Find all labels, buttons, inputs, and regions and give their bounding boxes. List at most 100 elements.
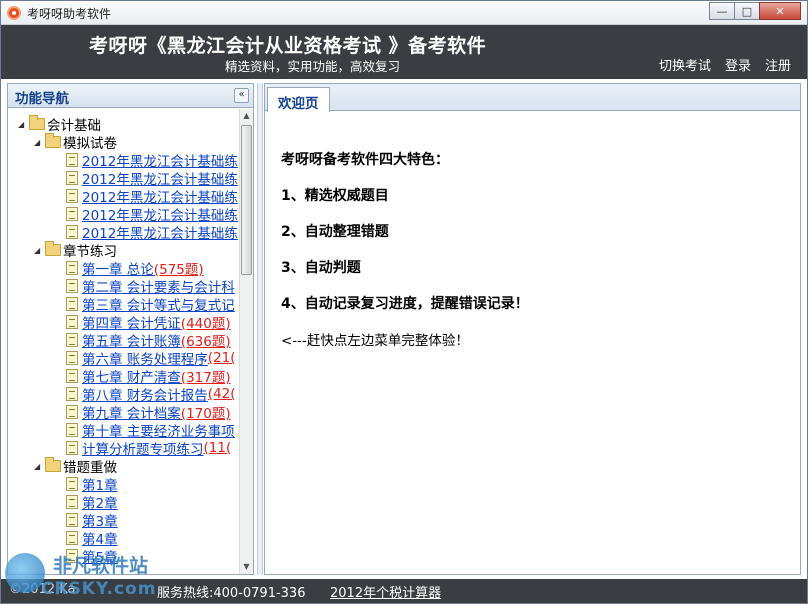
- mock-exam-link[interactable]: 2012年黑龙江会计基础练: [82, 186, 238, 206]
- document-icon: [66, 351, 78, 365]
- tree-item-chapter[interactable]: 第二章 会计要素与会计科: [66, 276, 235, 296]
- close-button[interactable]: ✕: [759, 2, 801, 20]
- feature-item: 2、自动整理错题: [281, 224, 389, 240]
- document-icon: [66, 261, 78, 275]
- tree-item-mock-exam[interactable]: 2012年黑龙江会计基础练: [66, 204, 238, 224]
- document-icon: [66, 279, 78, 293]
- window-controls: — □ ✕: [709, 2, 801, 20]
- mock-exam-link[interactable]: 2012年黑龙江会计基础练: [82, 204, 238, 224]
- tree-node-accounting-basics[interactable]: ◢ 会计基础: [18, 115, 101, 134]
- document-icon: [66, 171, 78, 185]
- collapse-triangle-icon[interactable]: ◢: [34, 246, 43, 255]
- tip-text: <---赶快点左边菜单完整体验！: [281, 333, 469, 349]
- collapse-triangle-icon[interactable]: ◢: [34, 138, 43, 147]
- chapter-link[interactable]: 计算分析题专项练习: [82, 438, 204, 458]
- chapter-link[interactable]: 第八章 财务会计报告: [82, 384, 208, 404]
- scroll-down-icon[interactable]: ▼: [240, 560, 253, 574]
- nav-tree: ◢ 会计基础 ◢ 模拟试卷 2012年黑龙江会计基础练 2012年黑龙江会计基础…: [8, 109, 241, 574]
- tree-item-mock-exam[interactable]: 2012年黑龙江会计基础练: [66, 168, 238, 188]
- tree-node-label: 错题重做: [63, 460, 117, 476]
- status-bar: ©2012 Ka 服务热线:400-0791-336 2012年个税计算器: [1, 579, 807, 603]
- question-count: (317题): [180, 370, 231, 386]
- tax-calculator-link[interactable]: 2012年个税计算器: [330, 582, 441, 601]
- tree-item-chapter[interactable]: 第十章 主要经济业务事项: [66, 420, 235, 440]
- document-icon: [66, 405, 78, 419]
- mock-exam-link[interactable]: 2012年黑龙江会计基础练: [82, 168, 238, 188]
- scroll-up-icon[interactable]: ▲: [240, 109, 253, 123]
- tree-item-chapter[interactable]: 第四章 会计凭证 (440题): [66, 312, 231, 332]
- chapter-link[interactable]: 第五章 会计账簿: [82, 330, 181, 350]
- folder-icon: [29, 115, 45, 130]
- collapse-panel-button[interactable]: «: [234, 88, 249, 103]
- question-count: (575题): [153, 262, 204, 278]
- tree-node-wrong-questions[interactable]: ◢ 错题重做: [34, 457, 117, 476]
- question-count: (636题): [180, 334, 231, 350]
- wrong-chapter-link[interactable]: 第5章: [82, 546, 118, 566]
- wrong-chapter-link[interactable]: 第3章: [82, 510, 118, 530]
- tree-node-mock-exams[interactable]: ◢ 模拟试卷: [34, 133, 117, 152]
- tree-item-chapter[interactable]: 第五章 会计账簿 (636题): [66, 330, 231, 350]
- chapter-link[interactable]: 第二章 会计要素与会计科: [82, 276, 235, 296]
- header-banner: 考呀呀《黑龙江会计从业资格考试 》备考软件 精选资料，实用功能，高效复习 切换考…: [1, 25, 807, 79]
- tree-node-chapter-practice[interactable]: ◢ 章节练习: [34, 241, 117, 260]
- scrollbar-thumb[interactable]: [241, 125, 252, 275]
- chapter-link[interactable]: 第七章 财产清查: [82, 366, 181, 386]
- wrong-chapter-link[interactable]: 第2章: [82, 492, 118, 512]
- folder-icon: [45, 241, 61, 256]
- mock-exam-link[interactable]: 2012年黑龙江会计基础练: [82, 150, 238, 170]
- chapter-link[interactable]: 第四章 会计凭证: [82, 312, 181, 332]
- question-count: (21(: [207, 350, 236, 366]
- chapter-link[interactable]: 第九章 会计档案: [82, 402, 181, 422]
- window-title: 考呀呀助考软件: [27, 7, 112, 21]
- document-icon: [66, 495, 78, 509]
- panel-splitter[interactable]: [257, 83, 263, 575]
- tree-item-wrong-chapter[interactable]: 第3章: [66, 510, 118, 530]
- collapse-triangle-icon[interactable]: ◢: [34, 462, 43, 471]
- wrong-chapter-link[interactable]: 第1章: [82, 474, 118, 494]
- login-link[interactable]: 登录: [725, 55, 751, 74]
- collapse-triangle-icon[interactable]: ◢: [18, 120, 27, 129]
- register-link[interactable]: 注册: [765, 55, 791, 74]
- mock-exam-link[interactable]: 2012年黑龙江会计基础练: [82, 222, 238, 242]
- banner-title: 考呀呀《黑龙江会计从业资格考试 》备考软件: [89, 35, 487, 57]
- document-icon: [66, 153, 78, 167]
- tree-item-chapter[interactable]: 第六章 账务处理程序 (21(: [66, 348, 236, 368]
- folder-icon: [45, 133, 61, 148]
- tree-item-chapter[interactable]: 第七章 财产清查 (317题): [66, 366, 231, 386]
- switch-exam-link[interactable]: 切换考试: [659, 55, 711, 74]
- nav-header: 功能导航 «: [8, 84, 253, 108]
- tree-item-mock-exam[interactable]: 2012年黑龙江会计基础练: [66, 186, 238, 206]
- tree-item-chapter[interactable]: 第一章 总论 (575题): [66, 258, 204, 278]
- feature-item: 1、精选权威题目: [281, 188, 389, 204]
- service-hotline: 服务热线:400-0791-336: [157, 586, 306, 601]
- chapter-link[interactable]: 第三章 会计等式与复式记: [82, 294, 235, 314]
- tree-item-mock-exam[interactable]: 2012年黑龙江会计基础练: [66, 150, 238, 170]
- main-panel: 欢迎页 考呀呀备考软件四大特色： 1、精选权威题目 2、自动整理错题 3、自动判…: [264, 83, 801, 575]
- document-icon: [66, 297, 78, 311]
- document-icon: [66, 549, 78, 563]
- tree-item-wrong-chapter[interactable]: 第5章: [66, 546, 118, 566]
- question-count: (42(: [207, 386, 236, 402]
- tree-item-wrong-chapter[interactable]: 第1章: [66, 474, 118, 494]
- document-icon: [66, 315, 78, 329]
- tab-welcome[interactable]: 欢迎页: [267, 87, 330, 112]
- title-bar: 考呀呀助考软件 — □ ✕: [1, 1, 807, 25]
- maximize-button[interactable]: □: [734, 2, 760, 20]
- nav-scrollbar[interactable]: ▲ ▼: [239, 109, 253, 574]
- tree-item-mock-exam[interactable]: 2012年黑龙江会计基础练: [66, 222, 238, 242]
- minimize-button[interactable]: —: [709, 2, 735, 20]
- nav-title: 功能导航: [15, 91, 69, 107]
- document-icon: [66, 387, 78, 401]
- tree-item-wrong-chapter[interactable]: 第2章: [66, 492, 118, 512]
- document-icon: [66, 225, 78, 239]
- tree-item-chapter[interactable]: 计算分析题专项练习 (11(: [66, 438, 231, 458]
- tree-item-chapter[interactable]: 第九章 会计档案 (170题): [66, 402, 231, 422]
- chapter-link[interactable]: 第一章 总论: [82, 258, 154, 278]
- wrong-chapter-link[interactable]: 第4章: [82, 528, 118, 548]
- app-logo-icon: [7, 6, 21, 20]
- chapter-link[interactable]: 第六章 账务处理程序: [82, 348, 208, 368]
- chapter-link[interactable]: 第十章 主要经济业务事项: [82, 420, 235, 440]
- tree-item-chapter[interactable]: 第八章 财务会计报告 (42(: [66, 384, 236, 404]
- tree-item-chapter[interactable]: 第三章 会计等式与复式记: [66, 294, 235, 314]
- tree-item-wrong-chapter[interactable]: 第4章: [66, 528, 118, 548]
